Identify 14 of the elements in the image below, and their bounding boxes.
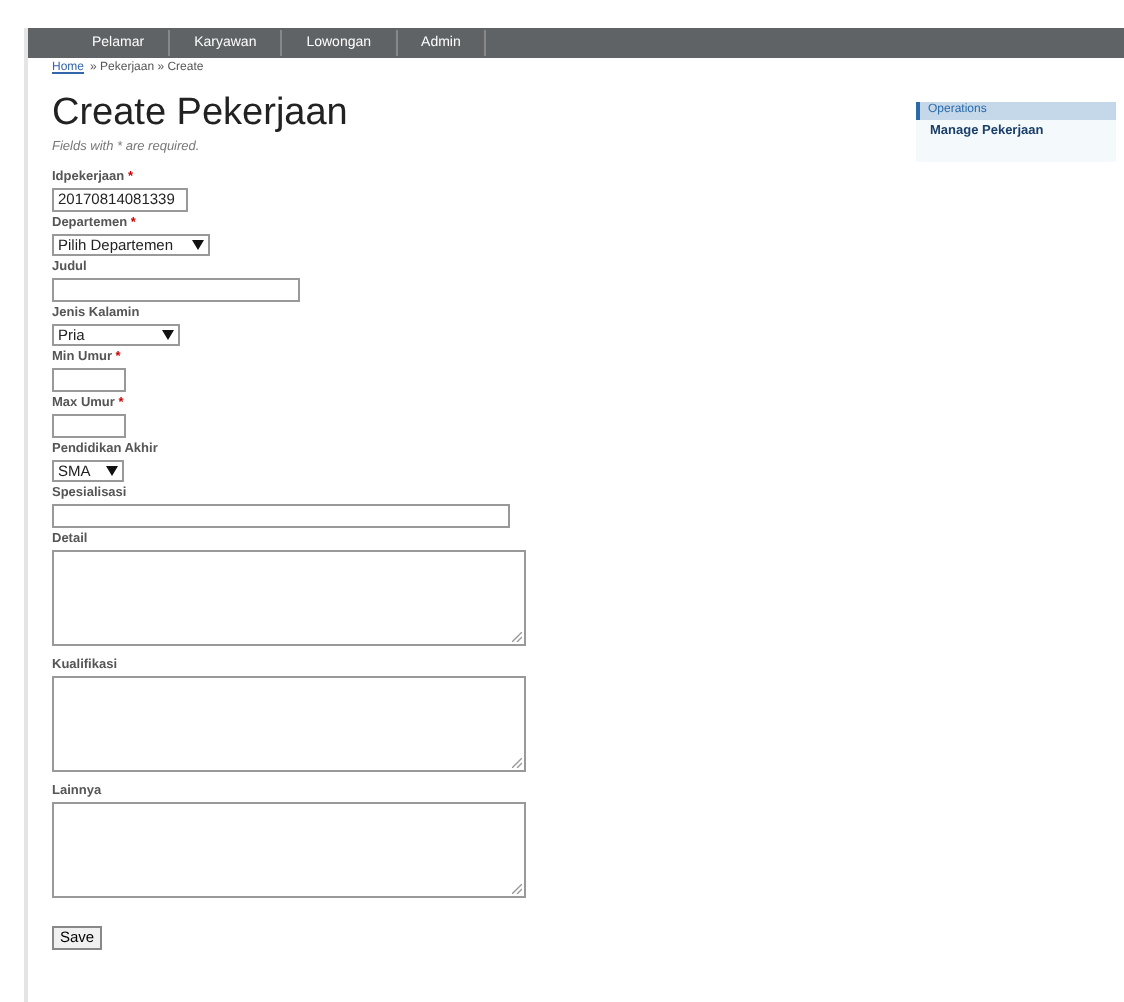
text-area[interactable] xyxy=(52,675,526,772)
input-field[interactable] xyxy=(52,503,510,528)
input-field[interactable] xyxy=(52,277,300,302)
input-field[interactable] xyxy=(52,367,126,392)
caret-icon xyxy=(106,465,118,476)
caret-icon xyxy=(162,329,174,340)
resize-handle-icon xyxy=(512,883,522,894)
text-area[interactable] xyxy=(52,549,526,646)
page-title: Create Pekerjaan xyxy=(52,92,350,136)
resize-handle-icon xyxy=(512,757,522,768)
resize-handle-icon xyxy=(512,631,522,642)
input-field[interactable] xyxy=(52,413,126,438)
text-area[interactable] xyxy=(52,801,526,898)
caret-icon xyxy=(192,239,204,250)
